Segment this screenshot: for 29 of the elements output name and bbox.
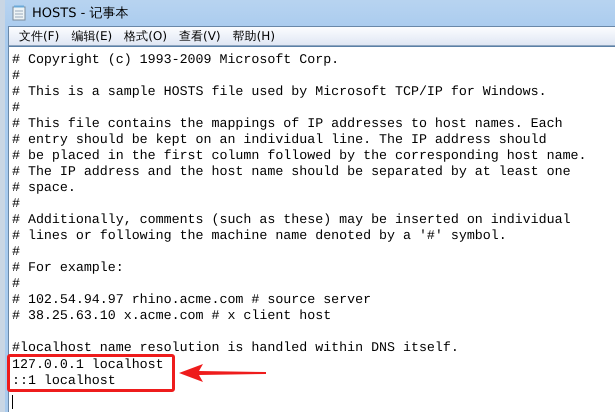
text-line: # This is a sample HOSTS file used by Microsoft TCP/IP for Windows.	[12, 84, 548, 100]
text-line: #	[12, 68, 21, 84]
menu-item[interactable]: 查看(V)	[175, 28, 229, 44]
text-cursor	[12, 395, 13, 409]
text-line: #	[12, 100, 21, 116]
text-line: #	[12, 244, 21, 260]
text-line: #	[12, 276, 21, 292]
arrow-icon	[177, 363, 267, 383]
text-line: #localhost name resolution is handled within DNS itself.	[12, 340, 460, 356]
text-line: ::1 localhost	[12, 373, 117, 389]
text-line: # Additionally, comments (such as these) may be inserted on individual	[12, 212, 572, 228]
text-line: #	[12, 196, 21, 212]
text-line: # This file contains the mappings of IP addresses to host names. Each	[12, 116, 564, 132]
text-line: # 102.54.94.97 rhino.acme.com # source server	[12, 292, 372, 308]
menu-item[interactable]: 格式(O)	[120, 28, 176, 44]
text-line: # space.	[12, 180, 77, 196]
text-line: # 38.25.63.10 x.acme.com # x client host	[12, 308, 332, 324]
menu-item[interactable]: 帮助(H)	[228, 28, 283, 44]
text-line: # be placed in the first column followed by the corresponding host name.	[12, 148, 588, 164]
window-title: HOSTS - 记事本	[32, 5, 128, 22]
notepad-icon	[11, 5, 27, 21]
text-line: # The IP address and the host name should be separated by at least one	[12, 164, 572, 180]
menu-item[interactable]: 编辑(E)	[67, 28, 120, 44]
text-line: # lines or following the machine name denoted by a '#' symbol.	[12, 228, 508, 244]
text-line: # entry should be kept on an individual line. The IP address should	[12, 132, 548, 148]
text-line: # Copyright (c) 1993-2009 Microsoft Corp.	[12, 52, 340, 68]
text-line: # For example:	[12, 260, 125, 276]
text-line: 127.0.0.1 localhost	[12, 357, 164, 373]
menu-item[interactable]: 文件(F)	[15, 28, 68, 44]
